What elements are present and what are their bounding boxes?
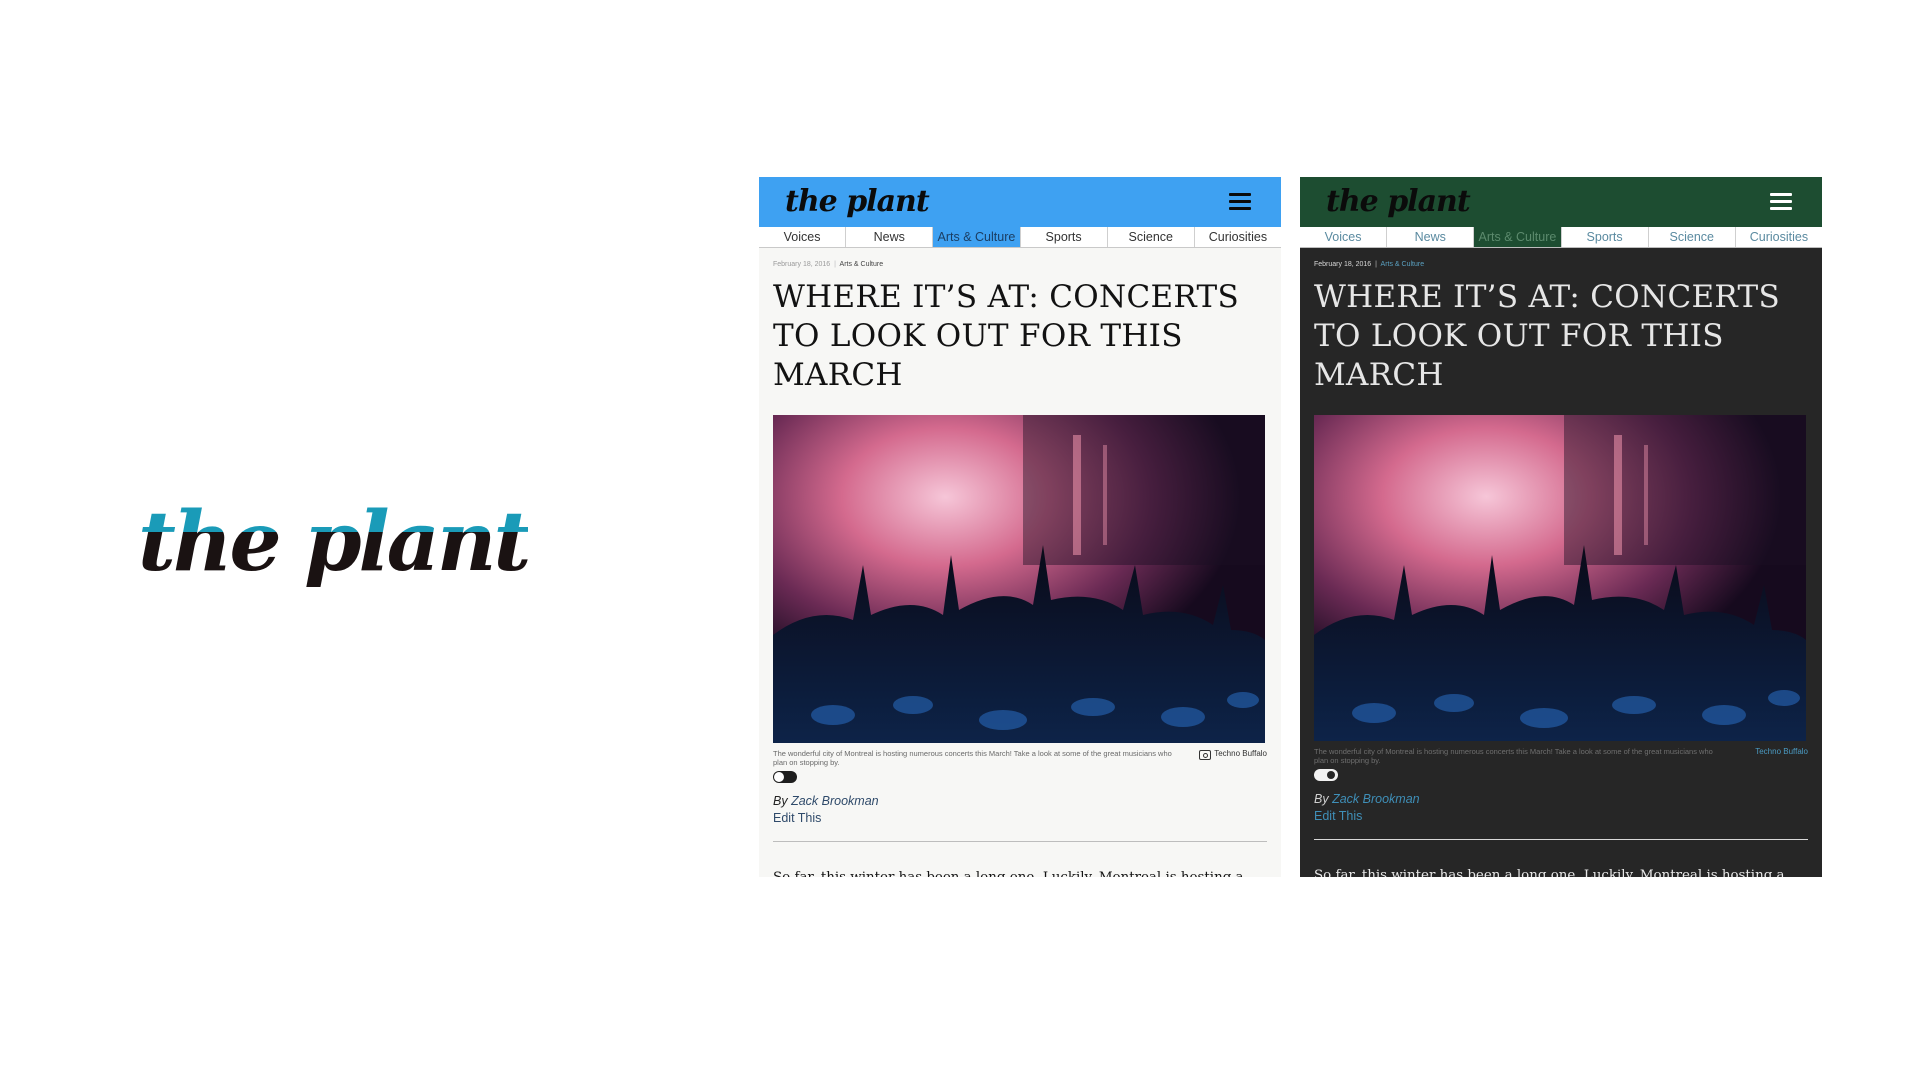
hamburger-menu-icon[interactable]: [1229, 193, 1251, 211]
photo-credit: Techno Buffalo: [1199, 749, 1267, 767]
tab-science[interactable]: Science: [1108, 227, 1195, 247]
byline-prefix: By: [773, 794, 788, 808]
byline: By Zack Brookman: [1314, 791, 1808, 808]
edit-link[interactable]: Edit This: [773, 810, 1267, 827]
tab-voices[interactable]: Voices: [759, 227, 847, 247]
tab-arts-culture[interactable]: Arts & Culture: [1474, 227, 1562, 247]
article-date: February 18, 2016: [773, 261, 831, 268]
section-tabs: Voices News Arts & Culture Sports Scienc…: [759, 227, 1281, 248]
article-body: So far, this winter has been a long one.…: [773, 866, 1267, 877]
tab-voices[interactable]: Voices: [1300, 227, 1388, 247]
tab-science[interactable]: Science: [1649, 227, 1736, 247]
tab-arts-culture[interactable]: Arts & Culture: [933, 227, 1021, 247]
photo-credit-label: Techno Buffalo: [1214, 749, 1267, 758]
dark-mode-toggle[interactable]: [773, 771, 797, 783]
photo-credit-label: Techno Buffalo: [1755, 747, 1808, 756]
concert-photo: [773, 415, 1265, 743]
divider: [1314, 839, 1808, 840]
photo-credit: Techno Buffalo: [1755, 747, 1808, 765]
article-screen-dark: the plant Voices News Arts & Culture Spo…: [1300, 177, 1822, 877]
tab-sports[interactable]: Sports: [1021, 227, 1108, 247]
tab-curiosities[interactable]: Curiosities: [1195, 227, 1281, 247]
author-link[interactable]: Zack Brookman: [1332, 792, 1420, 806]
article-date: February 18, 2016: [1314, 261, 1372, 268]
article-category[interactable]: Arts & Culture: [840, 261, 884, 268]
tab-news[interactable]: News: [1387, 227, 1475, 247]
article-headline: WHERE IT’S AT: CONCERTS TO LOOK OUT FOR …: [773, 279, 1239, 393]
meta-separator: |: [834, 261, 836, 268]
section-tabs: Voices News Arts & Culture Sports Scienc…: [1300, 227, 1822, 248]
meta-separator: |: [1375, 261, 1377, 268]
dark-mode-toggle[interactable]: [1314, 769, 1338, 781]
edit-link[interactable]: Edit This: [1314, 808, 1808, 825]
tab-curiosities[interactable]: Curiosities: [1736, 227, 1822, 247]
byline-prefix: By: [1314, 792, 1329, 806]
concert-photo: [1314, 415, 1806, 741]
camera-icon: [1199, 750, 1212, 760]
tab-news[interactable]: News: [846, 227, 934, 247]
header-bar: the plant: [759, 177, 1281, 227]
brand-logo[interactable]: the plant: [1326, 184, 1471, 220]
article-headline: WHERE IT’S AT: CONCERTS TO LOOK OUT FOR …: [1314, 279, 1780, 393]
tab-sports[interactable]: Sports: [1562, 227, 1649, 247]
byline: By Zack Brookman: [773, 793, 1267, 810]
author-link[interactable]: Zack Brookman: [791, 794, 879, 808]
photo-caption: The wonderful city of Montreal is hostin…: [773, 749, 1172, 767]
the-plant-logo: the plant the plant: [138, 498, 528, 594]
article-screen-light: the plant Voices News Arts & Culture Spo…: [759, 177, 1281, 877]
article-meta: February 18, 2016 | Arts & Culture: [1314, 260, 1808, 270]
photo-caption: The wonderful city of Montreal is hostin…: [1314, 747, 1713, 765]
article-body: So far, this winter has been a long one.…: [1314, 868, 1785, 877]
article-meta: February 18, 2016 | Arts & Culture: [773, 260, 1267, 270]
brand-logo[interactable]: the plant: [785, 184, 930, 220]
hamburger-menu-icon[interactable]: [1770, 193, 1792, 211]
article-category[interactable]: Arts & Culture: [1381, 261, 1425, 268]
divider: [773, 841, 1267, 842]
header-bar: the plant: [1300, 177, 1822, 227]
